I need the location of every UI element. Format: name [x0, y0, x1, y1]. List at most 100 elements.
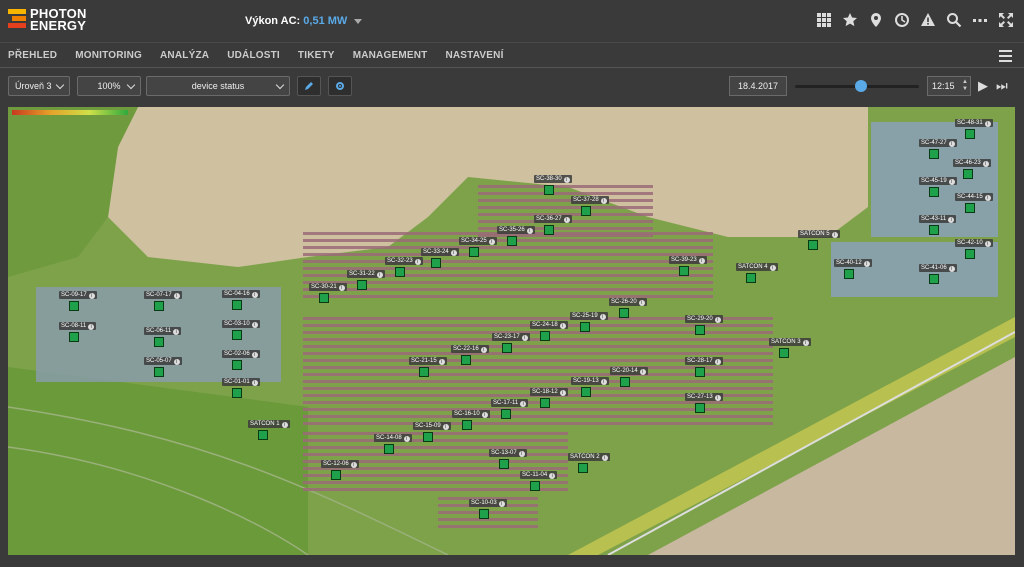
device-status-square[interactable]	[499, 459, 509, 469]
info-icon[interactable]: i	[480, 347, 487, 353]
device-label[interactable]: SC-26-20 i	[609, 298, 647, 306]
info-icon[interactable]: i	[948, 217, 955, 223]
device-status-square[interactable]	[502, 343, 512, 353]
info-icon[interactable]: i	[88, 293, 95, 299]
device-label[interactable]: SC-03-10 i	[222, 320, 260, 328]
info-icon[interactable]: i	[802, 340, 809, 346]
device-status-square[interactable]	[929, 187, 939, 197]
expand-icon[interactable]	[998, 12, 1014, 28]
search-icon[interactable]	[946, 12, 962, 28]
device-status-square[interactable]	[779, 348, 789, 358]
settings-button[interactable]	[328, 76, 352, 96]
device-label[interactable]: SC-38-30 i	[534, 175, 572, 183]
device-label[interactable]: SC-06-11 i	[144, 327, 182, 335]
device-status-square[interactable]	[232, 330, 242, 340]
device-label[interactable]: SC-17-11 i	[491, 399, 529, 407]
device-status-square[interactable]	[154, 337, 164, 347]
device-label[interactable]: SATCON 1i	[248, 420, 290, 428]
info-icon[interactable]: i	[481, 412, 488, 418]
device-status-square[interactable]	[620, 377, 630, 387]
nav-tikety[interactable]: TIKETY	[298, 50, 335, 61]
info-icon[interactable]: i	[338, 285, 345, 291]
device-status-square[interactable]	[544, 225, 554, 235]
info-icon[interactable]: i	[251, 292, 258, 298]
device-label[interactable]: SC-08-11 i	[59, 322, 97, 330]
device-status-square[interactable]	[258, 430, 268, 440]
device-status-square[interactable]	[929, 149, 939, 159]
device-label[interactable]: SC-30-21 i	[309, 283, 347, 291]
info-icon[interactable]: i	[520, 401, 527, 407]
nav-management[interactable]: MANAGEMENT	[353, 50, 428, 61]
info-icon[interactable]: i	[521, 335, 528, 341]
device-status-square[interactable]	[844, 269, 854, 279]
device-label[interactable]: SC-43-11 i	[919, 215, 957, 223]
device-status-square[interactable]	[469, 247, 479, 257]
info-icon[interactable]: i	[948, 179, 955, 185]
info-icon[interactable]: i	[251, 322, 258, 328]
info-icon[interactable]: i	[831, 232, 838, 238]
device-status-square[interactable]	[929, 274, 939, 284]
edit-button[interactable]	[297, 76, 321, 96]
info-icon[interactable]: i	[984, 241, 991, 247]
device-label[interactable]: SC-36-27 i	[534, 215, 572, 223]
device-label[interactable]: SC-45-19 i	[919, 177, 957, 185]
device-status-square[interactable]	[540, 331, 550, 341]
device-label[interactable]: SC-04-16 i	[222, 290, 260, 298]
time-slider-handle[interactable]	[854, 80, 867, 92]
device-status-square[interactable]	[963, 169, 973, 179]
device-label[interactable]: SC-32-23 i	[385, 257, 423, 265]
star-icon[interactable]	[842, 12, 858, 28]
device-label[interactable]: SC-27-13 i	[685, 393, 723, 401]
info-icon[interactable]: i	[281, 422, 288, 428]
device-label[interactable]: SC-16-10 i	[452, 410, 490, 418]
device-status-square[interactable]	[319, 293, 329, 303]
info-icon[interactable]: i	[526, 228, 533, 234]
info-icon[interactable]: i	[438, 359, 445, 365]
info-icon[interactable]: i	[488, 239, 495, 245]
device-status-square[interactable]	[578, 463, 588, 473]
nav-analyza[interactable]: ANALÝZA	[160, 50, 209, 61]
device-status-square[interactable]	[462, 420, 472, 430]
info-icon[interactable]: i	[714, 359, 721, 365]
device-label[interactable]: SC-18-12 i	[530, 388, 568, 396]
device-label[interactable]: SC-15-09 i	[413, 422, 451, 430]
info-icon[interactable]: i	[251, 380, 258, 386]
info-icon[interactable]: i	[948, 266, 955, 272]
device-status-square[interactable]	[69, 301, 79, 311]
device-status-square[interactable]	[581, 206, 591, 216]
device-status-square[interactable]	[679, 266, 689, 276]
device-status-square[interactable]	[69, 332, 79, 342]
info-icon[interactable]: i	[714, 317, 721, 323]
info-icon[interactable]: i	[600, 198, 607, 204]
device-label[interactable]: SC-22-16 i	[451, 345, 489, 353]
device-label[interactable]: SC-34-25 i	[459, 237, 497, 245]
info-icon[interactable]: i	[414, 259, 421, 265]
device-status-square[interactable]	[232, 388, 242, 398]
warning-icon[interactable]	[920, 12, 936, 28]
device-label[interactable]: SC-24-18 i	[530, 321, 568, 329]
play-icon[interactable]: ▶	[978, 78, 988, 94]
hamburger-menu-icon[interactable]	[999, 50, 1012, 62]
device-status-square[interactable]	[461, 355, 471, 365]
device-label[interactable]: SC-44-15 i	[955, 193, 993, 201]
info-icon[interactable]: i	[251, 352, 258, 358]
device-status-square[interactable]	[479, 509, 489, 519]
plant-map[interactable]: SC-48-31 i SC-47-27 i SC-46-23 i SC-45-19 i SC-4…	[8, 107, 1015, 555]
device-status-square[interactable]	[929, 225, 939, 235]
device-status-square[interactable]	[965, 203, 975, 213]
device-label[interactable]: SATCON 3i	[769, 338, 811, 346]
info-icon[interactable]: i	[442, 424, 449, 430]
device-status-square[interactable]	[544, 185, 554, 195]
device-status-square[interactable]	[581, 387, 591, 397]
layer-select[interactable]: device status	[146, 76, 290, 96]
info-icon[interactable]: i	[639, 369, 646, 375]
device-status-square[interactable]	[695, 367, 705, 377]
info-icon[interactable]: i	[984, 195, 991, 201]
device-label[interactable]: SC-07-17 i	[144, 291, 182, 299]
device-label[interactable]: SC-29-20 i	[685, 315, 723, 323]
device-status-square[interactable]	[540, 398, 550, 408]
device-status-square[interactable]	[232, 300, 242, 310]
info-icon[interactable]: i	[559, 390, 566, 396]
info-icon[interactable]: i	[559, 323, 566, 329]
nav-monitoring[interactable]: MONITORING	[75, 50, 142, 61]
